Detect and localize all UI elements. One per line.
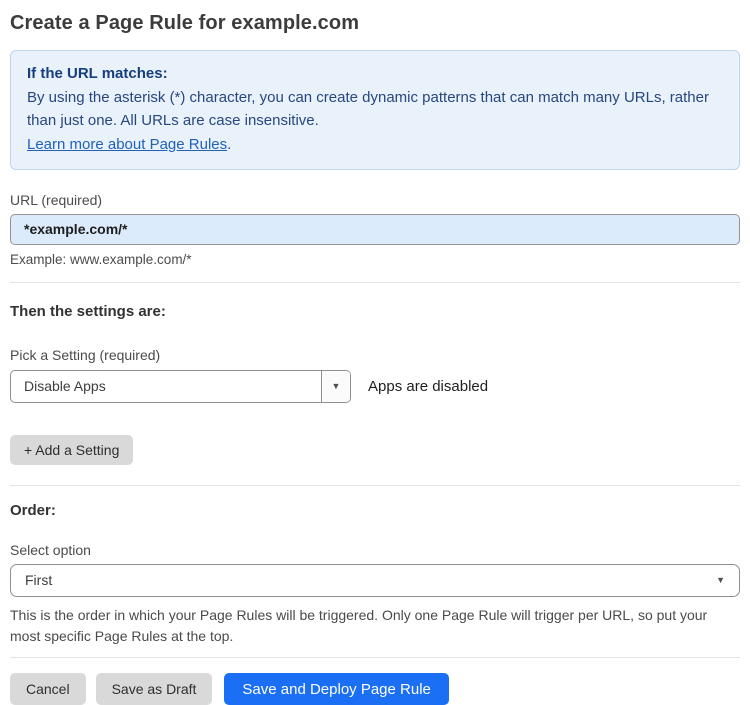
setting-select-arrow-button[interactable]: ▼ — [321, 370, 350, 402]
setting-select[interactable]: Disable Apps ▼ — [10, 369, 351, 403]
add-setting-button[interactable]: + Add a Setting — [10, 434, 134, 465]
order-select[interactable]: First ▼ — [10, 563, 740, 597]
setting-status-text: Apps are disabled — [368, 377, 489, 395]
url-example-text: Example: www.example.com/* — [10, 251, 192, 267]
chevron-down-icon: ▼ — [331, 381, 341, 392]
info-box-heading: If the URL matches: — [27, 65, 168, 82]
info-box-link-line: Learn more about Page Rules. — [27, 133, 723, 157]
learn-more-link[interactable]: Learn more about Page Rules — [27, 136, 227, 153]
section-divider — [10, 484, 740, 486]
save-as-draft-button[interactable]: Save as Draft — [95, 673, 213, 705]
setting-picker-label: Pick a Setting (required) — [10, 346, 161, 363]
save-and-deploy-button[interactable]: Save and Deploy Page Rule — [224, 673, 449, 705]
setting-select-value: Disable Apps — [24, 378, 106, 395]
link-period: . — [227, 136, 232, 154]
cancel-button[interactable]: Cancel — [10, 673, 86, 705]
action-buttons-row: Cancel Save as Draft Save and Deploy Pag… — [10, 673, 740, 705]
setting-row: Disable Apps ▼ Apps are disabled — [10, 369, 740, 403]
footer-divider — [10, 657, 740, 659]
chevron-down-icon: ▼ — [716, 575, 725, 586]
info-box-body: By using the asterisk (*) character, you… — [27, 88, 709, 130]
url-match-info-box: If the URL matches: By using the asteris… — [10, 50, 740, 170]
order-select-label: Select option — [10, 541, 91, 558]
order-select-value: First — [25, 572, 53, 589]
page-title: Create a Page Rule for example.com — [10, 12, 360, 34]
url-field-label: URL (required) — [10, 191, 103, 208]
order-section-heading: Order: — [10, 501, 56, 519]
settings-section-heading: Then the settings are: — [10, 302, 166, 320]
section-divider — [10, 281, 740, 283]
url-input[interactable] — [10, 213, 740, 245]
order-help-text: This is the order in which your Page Rul… — [10, 606, 708, 645]
